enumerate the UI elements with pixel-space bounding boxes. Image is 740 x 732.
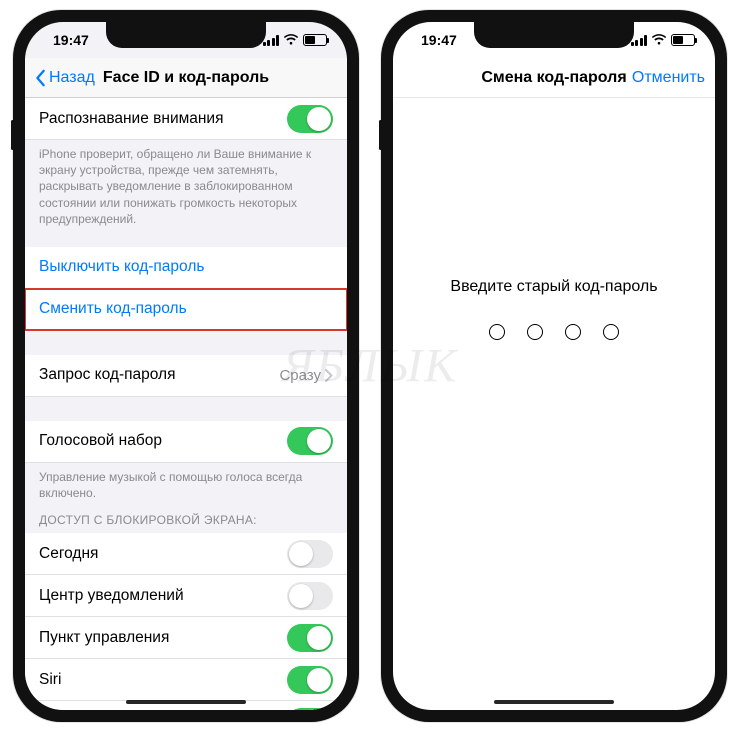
- phone-right: 19:47 Смена код-пароля Отменить Введите …: [381, 10, 727, 722]
- lock-item-label: Сегодня: [39, 545, 287, 563]
- lock-item-toggle[interactable]: [287, 582, 333, 610]
- chevron-left-icon: [35, 69, 47, 87]
- back-button[interactable]: Назад: [35, 69, 95, 87]
- status-time: 19:47: [53, 32, 89, 48]
- home-indicator[interactable]: [494, 700, 614, 704]
- attention-toggle[interactable]: [287, 105, 333, 133]
- battery-icon: [671, 34, 695, 46]
- pin-dots[interactable]: [393, 324, 715, 340]
- voice-dial-footer: Управление музыкой с помощью голоса всег…: [25, 463, 347, 503]
- disable-passcode-label: Выключить код-пароль: [39, 258, 333, 276]
- lock-item-toggle[interactable]: [287, 540, 333, 568]
- attention-toggle-cell[interactable]: Распознавание внимания: [25, 98, 347, 140]
- voice-dial-cell[interactable]: Голосовой набор: [25, 421, 347, 463]
- lock-item-toggle[interactable]: [287, 624, 333, 652]
- cancel-button[interactable]: Отменить: [632, 69, 705, 87]
- wifi-icon: [651, 34, 667, 46]
- lock-item-label: Центр уведомлений: [39, 587, 287, 605]
- nav-bar: Смена код-пароля Отменить: [393, 58, 715, 98]
- lock-item[interactable]: Центр уведомлений: [25, 575, 347, 617]
- lock-item-label: Siri: [39, 671, 287, 689]
- attention-footer: iPhone проверит, обращено ли Ваше вниман…: [25, 140, 347, 229]
- lock-item-toggle[interactable]: [287, 666, 333, 694]
- screen-right: 19:47 Смена код-пароля Отменить Введите …: [393, 22, 715, 710]
- lock-item-toggle[interactable]: [287, 708, 333, 710]
- phone-left: 19:47 Назад Face ID и код-пароль Распозн…: [13, 10, 359, 722]
- pin-dot: [603, 324, 619, 340]
- change-passcode-cell[interactable]: Сменить код-пароль: [25, 289, 347, 331]
- notch: [474, 22, 634, 48]
- lock-item[interactable]: Сегодня: [25, 533, 347, 575]
- pin-dot: [489, 324, 505, 340]
- lock-access-list: Сегодня Центр уведомлений Пункт управления…: [25, 533, 347, 710]
- settings-content[interactable]: Распознавание внимания iPhone проверит, …: [25, 98, 347, 710]
- lock-item[interactable]: Siri: [25, 659, 347, 701]
- pin-dot: [527, 324, 543, 340]
- disable-passcode-cell[interactable]: Выключить код-пароль: [25, 247, 347, 289]
- lock-item[interactable]: Пункт управления: [25, 617, 347, 659]
- pin-entry-area: Введите старый код-пароль: [393, 98, 715, 340]
- change-passcode-label: Сменить код-пароль: [39, 300, 333, 318]
- status-icons: [263, 34, 328, 46]
- require-passcode-value: Сразу: [279, 367, 321, 384]
- pin-prompt: Введите старый код-пароль: [393, 278, 715, 296]
- require-passcode-cell[interactable]: Запрос код-пароля Сразу: [25, 355, 347, 397]
- screen-left: 19:47 Назад Face ID и код-пароль Распозн…: [25, 22, 347, 710]
- require-passcode-label: Запрос код-пароля: [39, 366, 279, 384]
- pin-dot: [565, 324, 581, 340]
- passcode-content: Введите старый код-пароль: [393, 98, 715, 710]
- attention-label: Распознавание внимания: [39, 110, 287, 128]
- lock-access-header: ДОСТУП С БЛОКИРОВКОЙ ЭКРАНА:: [25, 503, 347, 533]
- notch: [106, 22, 266, 48]
- wifi-icon: [283, 34, 299, 46]
- status-time: 19:47: [421, 32, 457, 48]
- status-icons: [631, 34, 696, 46]
- home-indicator[interactable]: [126, 700, 246, 704]
- voice-dial-toggle[interactable]: [287, 427, 333, 455]
- lock-item-label: Пункт управления: [39, 629, 287, 647]
- chevron-right-icon: [325, 369, 333, 382]
- back-label: Назад: [49, 69, 95, 87]
- battery-icon: [303, 34, 327, 46]
- voice-dial-label: Голосовой набор: [39, 432, 287, 450]
- nav-bar: Назад Face ID и код-пароль: [25, 58, 347, 98]
